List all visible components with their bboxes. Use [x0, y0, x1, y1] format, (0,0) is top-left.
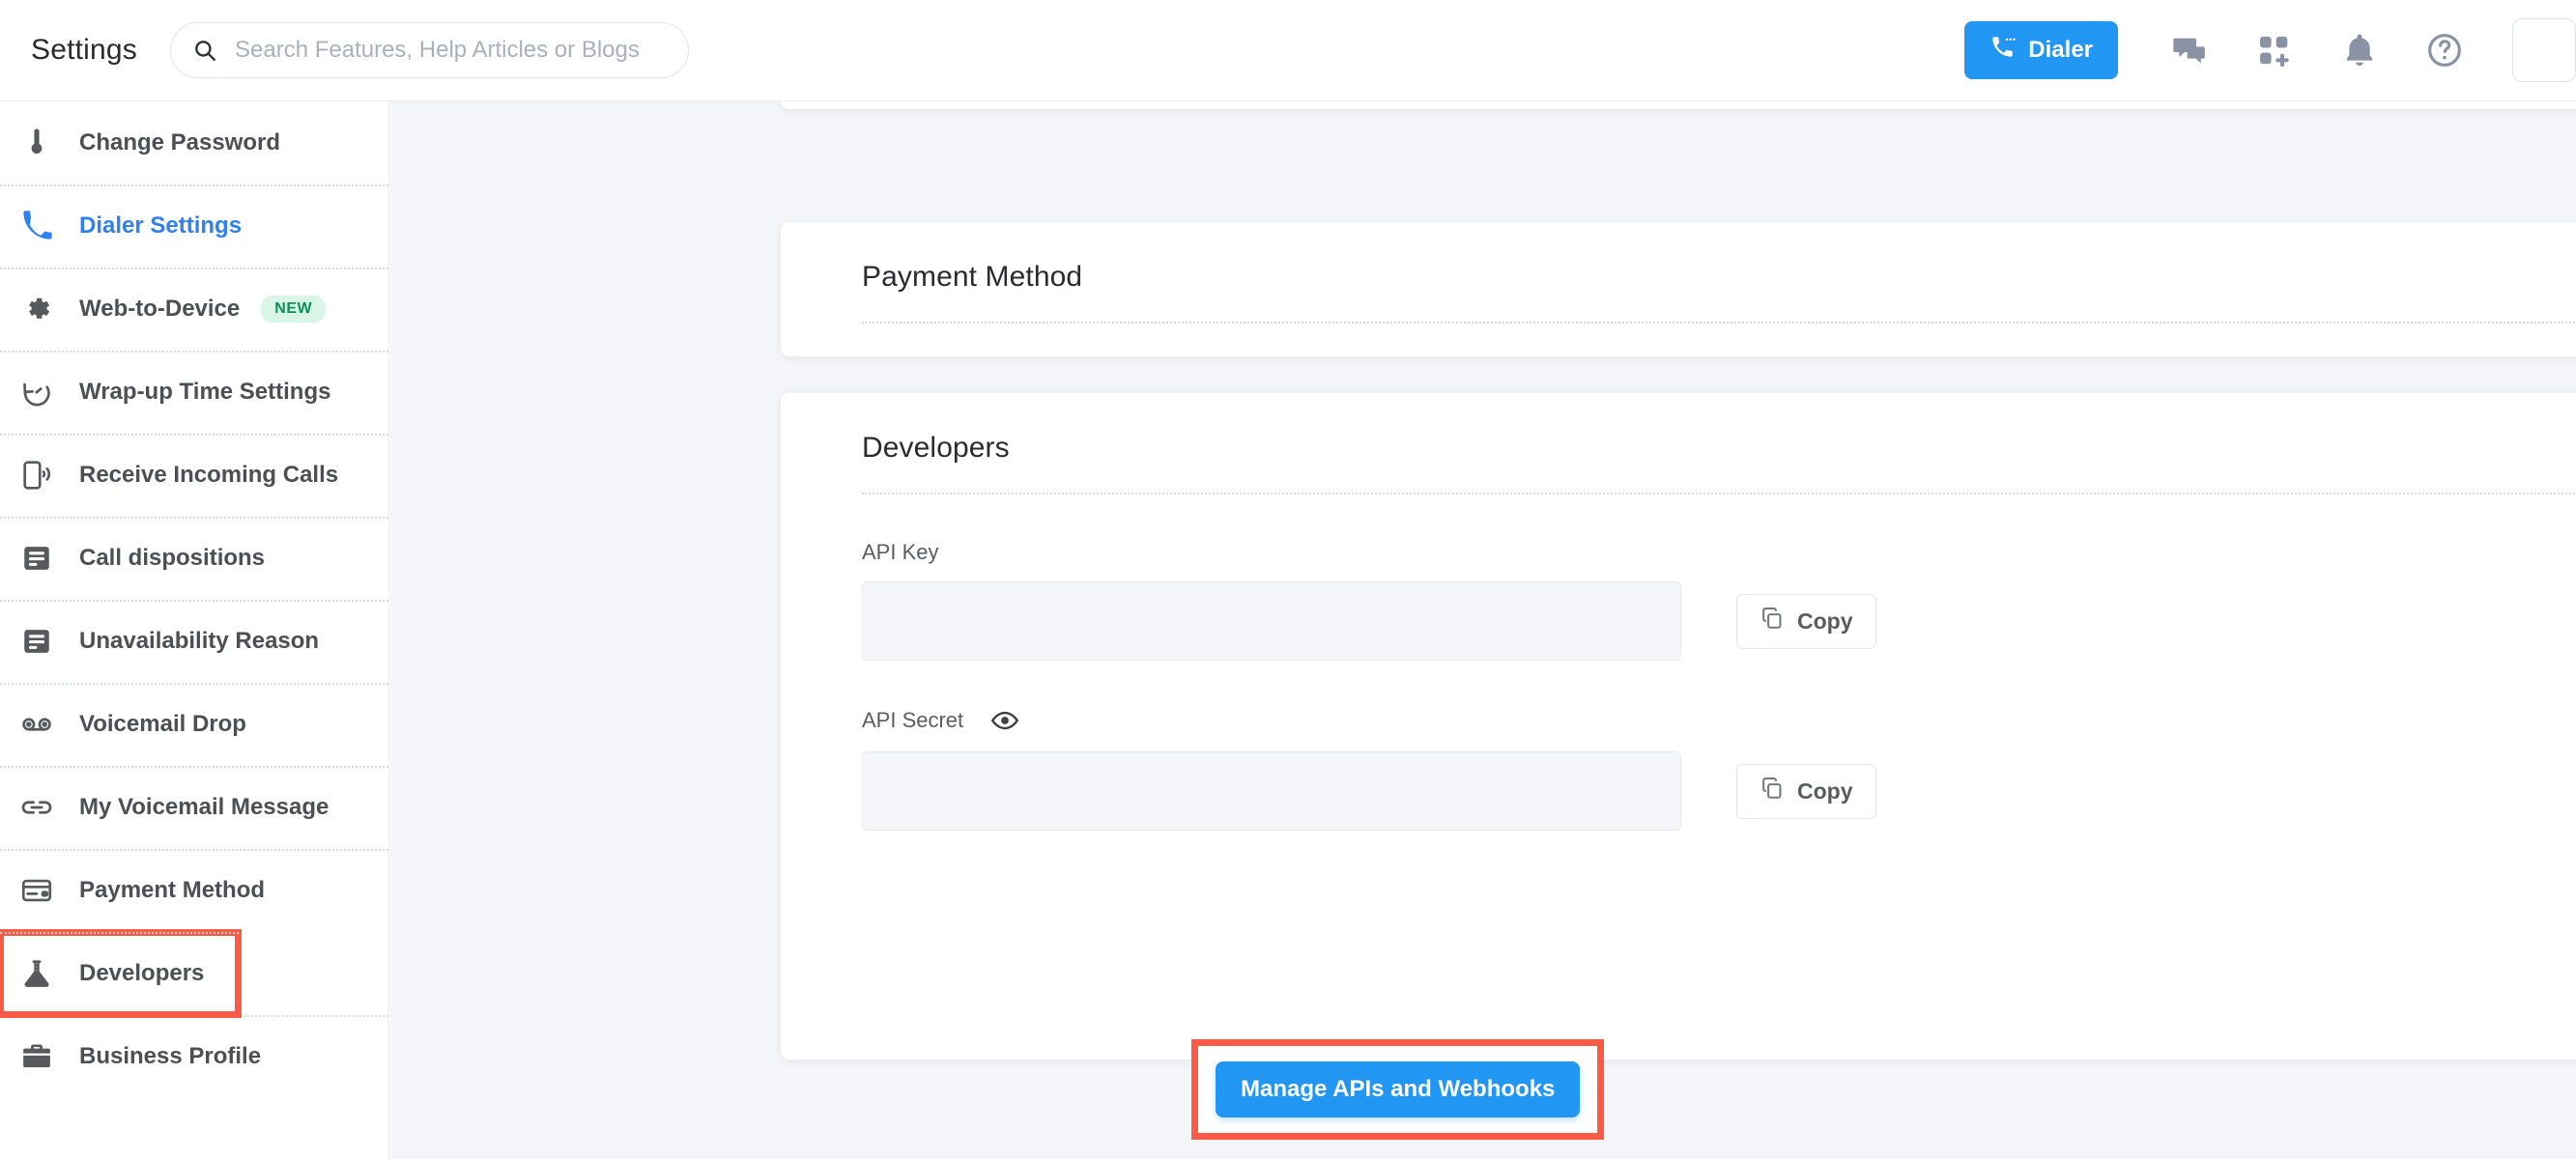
- app-header: Settings Dialer: [0, 0, 2576, 101]
- manage-apis-highlight: Manage APIs and Webhooks: [1190, 1039, 1605, 1140]
- sidebar-item-dialer-settings[interactable]: Dialer Settings: [0, 184, 388, 268]
- api-key-label-row: API Key: [862, 540, 2576, 565]
- avatar[interactable]: [2512, 18, 2576, 82]
- sidebar-item-voicemail-drop[interactable]: Voicemail Drop: [0, 683, 388, 766]
- sidebar-item-label: Wrap-up Time Settings: [79, 379, 331, 405]
- gear-icon: [17, 290, 56, 328]
- payment-method-title: Payment Method: [862, 261, 1083, 293]
- copy-api-key-label: Copy: [1797, 608, 1853, 634]
- settings-main-content: Payment Method Developers API Key Copy A…: [390, 101, 2576, 1159]
- settings-sidebar: Change Password Dialer Settings Web-to-D…: [0, 101, 389, 1159]
- sidebar-item-label: Change Password: [79, 129, 281, 155]
- sidebar-item-label: Business Profile: [79, 1043, 262, 1069]
- sidebar-item-call-dispositions[interactable]: Call dispositions: [0, 517, 388, 600]
- sidebar-item-payment-method[interactable]: Payment Method: [0, 849, 388, 932]
- flask-icon: [17, 954, 56, 993]
- payment-method-card: Payment Method: [781, 222, 2576, 356]
- link-chain-icon: [17, 788, 56, 827]
- search-icon: [192, 38, 217, 63]
- sidebar-item-change-password[interactable]: Change Password: [0, 101, 388, 184]
- key-icon: [17, 124, 56, 162]
- status-badge: NEW: [261, 296, 327, 323]
- sidebar-item-label: Voicemail Drop: [79, 711, 246, 737]
- dialer-button[interactable]: Dialer: [1964, 21, 2118, 79]
- divider: [862, 322, 2576, 324]
- stopwatch-icon: [17, 373, 56, 411]
- card-partial-above: [781, 101, 2576, 109]
- api-key-input[interactable]: [862, 581, 1681, 661]
- sidebar-item-label: Receive Incoming Calls: [79, 462, 339, 488]
- sidebar-item-developers[interactable]: Developers: [0, 929, 242, 1018]
- help-circle-icon[interactable]: [2423, 29, 2466, 71]
- sidebar-item-label: Dialer Settings: [79, 212, 243, 239]
- sidebar-item-business-profile[interactable]: Business Profile: [0, 1015, 388, 1098]
- api-secret-row: Copy: [862, 751, 2576, 831]
- briefcase-icon: [17, 1037, 56, 1076]
- sidebar-item-label: Unavailability Reason: [79, 628, 320, 654]
- sidebar-item-label: Call dispositions: [79, 545, 266, 571]
- header-actions: Dialer: [1964, 18, 2576, 82]
- sidebar-item-label: Payment Method: [79, 877, 266, 903]
- voicemail-icon: [17, 705, 56, 744]
- copy-icon: [1760, 776, 1785, 806]
- page-title: Settings: [31, 34, 137, 66]
- dialer-button-label: Dialer: [2028, 37, 2093, 63]
- eye-icon[interactable]: [990, 706, 1019, 735]
- search-input[interactable]: [235, 37, 667, 64]
- developers-title: Developers: [862, 432, 1010, 464]
- sidebar-item-label: Web-to-Device: [79, 296, 241, 322]
- apps-grid-plus-icon[interactable]: [2253, 29, 2296, 71]
- api-key-label: API Key: [862, 540, 939, 564]
- search-bar[interactable]: [170, 22, 689, 78]
- sidebar-item-label: My Voicemail Message: [79, 794, 329, 820]
- phone-icon: [17, 207, 56, 245]
- sidebar-item-web-to-device[interactable]: Web-to-Device NEW: [0, 268, 388, 351]
- api-secret-label-row: API Secret: [862, 706, 2576, 735]
- copy-api-secret-label: Copy: [1797, 777, 1853, 804]
- sidebar-item-receive-incoming-calls[interactable]: Receive Incoming Calls: [0, 434, 388, 517]
- api-secret-input[interactable]: [862, 751, 1681, 831]
- mobile-ring-icon: [17, 456, 56, 495]
- divider: [862, 493, 2576, 495]
- copy-api-secret-button[interactable]: Copy: [1736, 763, 1876, 819]
- credit-card-icon: [17, 871, 56, 910]
- sidebar-item-unavailability-reason[interactable]: Unavailability Reason: [0, 600, 388, 683]
- list-card-icon: [17, 539, 56, 578]
- api-key-row: Copy: [862, 581, 2576, 661]
- sidebar-item-my-voicemail-message[interactable]: My Voicemail Message: [0, 766, 388, 849]
- copy-api-key-button[interactable]: Copy: [1736, 593, 1876, 649]
- bell-notification-icon[interactable]: [2338, 29, 2381, 71]
- sidebar-item-wrap-up-time-settings[interactable]: Wrap-up Time Settings: [0, 351, 388, 434]
- api-secret-label: API Secret: [862, 708, 964, 732]
- copy-icon: [1760, 606, 1785, 636]
- developers-card: Developers API Key Copy API Secret Copy: [781, 393, 2576, 1060]
- chat-bubbles-icon[interactable]: [2168, 29, 2211, 71]
- manage-apis-and-webhooks-button[interactable]: Manage APIs and Webhooks: [1216, 1061, 1581, 1117]
- phone-call-icon: [1989, 34, 2016, 67]
- sidebar-item-label: Developers: [79, 960, 205, 986]
- list-card-icon: [17, 622, 56, 661]
